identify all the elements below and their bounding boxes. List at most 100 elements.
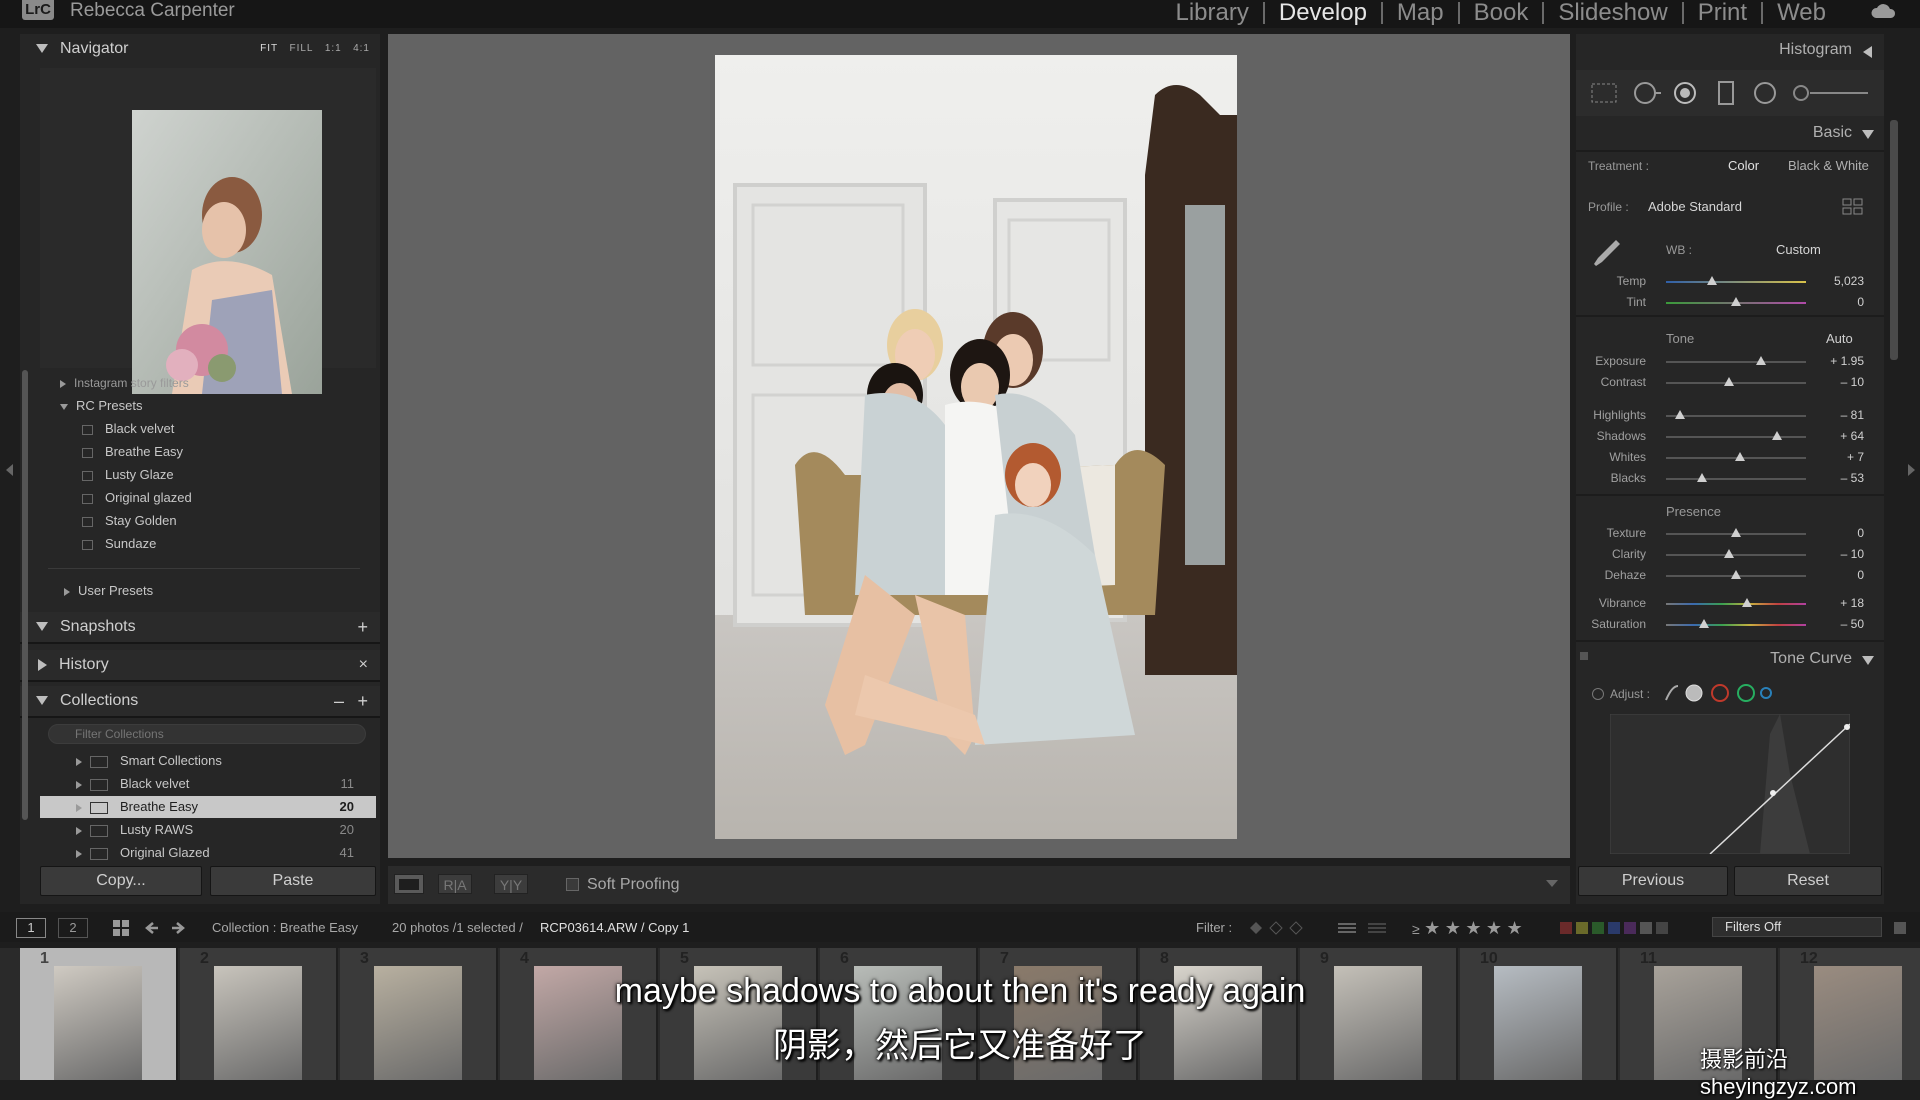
filter-preset-dropdown[interactable]: Filters Off (1712, 917, 1882, 937)
eyedropper-icon[interactable] (1590, 236, 1624, 270)
star-icon[interactable]: ★ (1507, 918, 1523, 938)
spot-removal-icon[interactable] (1632, 80, 1662, 106)
slider-value[interactable]: 0 (1804, 526, 1864, 540)
blue-label-swatch[interactable] (1608, 922, 1620, 934)
slider-dehaze[interactable]: Dehaze 0 (1576, 568, 1876, 584)
zoom-fill[interactable]: FILL (289, 43, 313, 54)
slider-handle[interactable] (1731, 297, 1741, 306)
paste-settings-button[interactable]: Paste (210, 866, 376, 896)
profile-dropdown[interactable]: Adobe Standard (1648, 199, 1742, 214)
preset-group-instagram[interactable]: Instagram story filters (60, 376, 189, 390)
reset-button[interactable]: Reset (1734, 866, 1882, 896)
green-label-swatch[interactable] (1592, 922, 1604, 934)
slider-value[interactable]: 5,023 (1804, 274, 1864, 288)
slider-track[interactable] (1666, 361, 1806, 363)
star-icon[interactable]: ★ (1424, 918, 1440, 938)
wb-dropdown[interactable]: Custom (1776, 242, 1821, 257)
collection-row[interactable]: Smart Collections (76, 753, 366, 768)
navigator-preview[interactable] (40, 68, 376, 394)
preset-item[interactable]: Sundaze (82, 536, 156, 551)
slider-track[interactable] (1666, 603, 1806, 605)
profile-browser-icon[interactable] (1842, 198, 1864, 216)
before-after-tb-button[interactable]: Y|Y (494, 874, 528, 894)
module-web[interactable]: Web (1763, 0, 1840, 26)
slider-handle[interactable] (1756, 356, 1767, 365)
slider-value[interactable]: 0 (1804, 295, 1864, 309)
adjustment-brush-icon[interactable] (1792, 82, 1872, 104)
treatment-color-option[interactable]: Color (1728, 158, 1759, 173)
add-collection-button[interactable]: + (357, 686, 368, 716)
collections-header[interactable]: Collections – + (20, 686, 380, 718)
slider-value[interactable]: + 18 (1804, 596, 1864, 610)
slider-blacks[interactable]: Blacks – 53 (1576, 471, 1876, 487)
histogram-title[interactable]: Histogram (1779, 41, 1852, 59)
cloud-icon[interactable] (1870, 2, 1898, 20)
slider-vibrance[interactable]: Vibrance + 18 (1576, 596, 1876, 612)
no-label-swatch[interactable] (1656, 922, 1668, 934)
module-map[interactable]: Map (1383, 0, 1458, 26)
slider-handle[interactable] (1742, 598, 1753, 607)
right-panel-toggle-icon[interactable] (1908, 464, 1915, 476)
slider-track[interactable] (1666, 281, 1806, 283)
panel-switch-icon[interactable] (1580, 652, 1588, 660)
preset-group-user[interactable]: User Presets (64, 583, 153, 598)
slider-value[interactable]: – 10 (1804, 375, 1864, 389)
rating-operator[interactable]: ≥ (1412, 921, 1420, 937)
graduated-filter-icon[interactable] (1716, 80, 1736, 106)
snapshots-header[interactable]: Snapshots + (20, 612, 380, 644)
preset-group-rc[interactable]: RC Presets (60, 398, 142, 413)
basic-collapse-icon[interactable] (1862, 130, 1874, 139)
slider-value[interactable]: + 64 (1804, 429, 1864, 443)
star-icon[interactable]: ★ (1465, 918, 1481, 938)
slider-handle[interactable] (1735, 452, 1746, 461)
parametric-curve-icon[interactable] (1665, 685, 1679, 701)
rgb-channel-icon[interactable] (1685, 684, 1703, 702)
slider-temp[interactable]: Temp 5,023 (1576, 274, 1876, 290)
add-snapshot-button[interactable]: + (357, 612, 368, 642)
left-panel-scrollbar[interactable] (22, 370, 28, 820)
slider-value[interactable]: + 7 (1804, 450, 1864, 464)
red-label-swatch[interactable] (1560, 922, 1572, 934)
slider-handle[interactable] (1724, 549, 1734, 558)
custom-label-swatch[interactable] (1640, 922, 1652, 934)
slider-handle[interactable] (1731, 528, 1741, 537)
radial-filter-icon[interactable] (1752, 80, 1778, 106)
slider-contrast[interactable]: Contrast – 10 (1576, 375, 1876, 391)
red-channel-icon[interactable] (1711, 684, 1729, 702)
slider-handle[interactable] (1724, 377, 1734, 386)
filter-lock-icon[interactable] (1894, 922, 1906, 934)
yellow-label-swatch[interactable] (1576, 922, 1588, 934)
navigator-header[interactable]: Navigator FIT FILL 1:1 4:1 (20, 34, 380, 66)
slider-track[interactable] (1666, 478, 1806, 480)
slider-value[interactable]: – 10 (1804, 547, 1864, 561)
basic-title[interactable]: Basic (1813, 124, 1852, 142)
slider-value[interactable]: + 1.95 (1804, 354, 1864, 368)
slider-value[interactable]: – 50 (1804, 617, 1864, 631)
zoom-fit[interactable]: FIT (260, 43, 278, 54)
slider-handle[interactable] (1771, 431, 1782, 440)
grid-view-icon[interactable] (112, 919, 130, 937)
history-header[interactable]: History × (20, 650, 380, 682)
loupe-view-icon[interactable] (394, 874, 424, 894)
preset-item[interactable]: Lusty Glaze (82, 467, 174, 482)
slider-track[interactable] (1666, 415, 1806, 417)
soft-proofing-checkbox[interactable] (566, 878, 579, 891)
slider-track[interactable] (1666, 624, 1806, 626)
crop-overlay-icon[interactable] (1590, 82, 1618, 104)
slider-tint[interactable]: Tint 0 (1576, 295, 1876, 311)
tone-curve-title[interactable]: Tone Curve (1770, 650, 1852, 668)
slider-shadows[interactable]: Shadows + 64 (1576, 429, 1876, 445)
slider-handle[interactable] (1698, 619, 1709, 628)
star-icon[interactable]: ★ (1486, 918, 1502, 938)
collection-row[interactable]: Lusty RAWS 20 (76, 822, 366, 837)
preset-item[interactable]: Stay Golden (82, 513, 177, 528)
flag-filter-icons[interactable] (1248, 920, 1308, 936)
tone-curve-graph[interactable] (1610, 714, 1850, 854)
red-eye-icon[interactable] (1672, 80, 1698, 106)
rating-filter[interactable]: ≥ ★ ★ ★ ★ ★ (1412, 918, 1523, 939)
color-label-filter[interactable] (1560, 921, 1672, 939)
right-panel-scrollbar[interactable] (1890, 120, 1898, 360)
slider-clarity[interactable]: Clarity – 10 (1576, 547, 1876, 563)
slider-track[interactable] (1666, 382, 1806, 384)
preset-item[interactable]: Original glazed (82, 490, 192, 505)
